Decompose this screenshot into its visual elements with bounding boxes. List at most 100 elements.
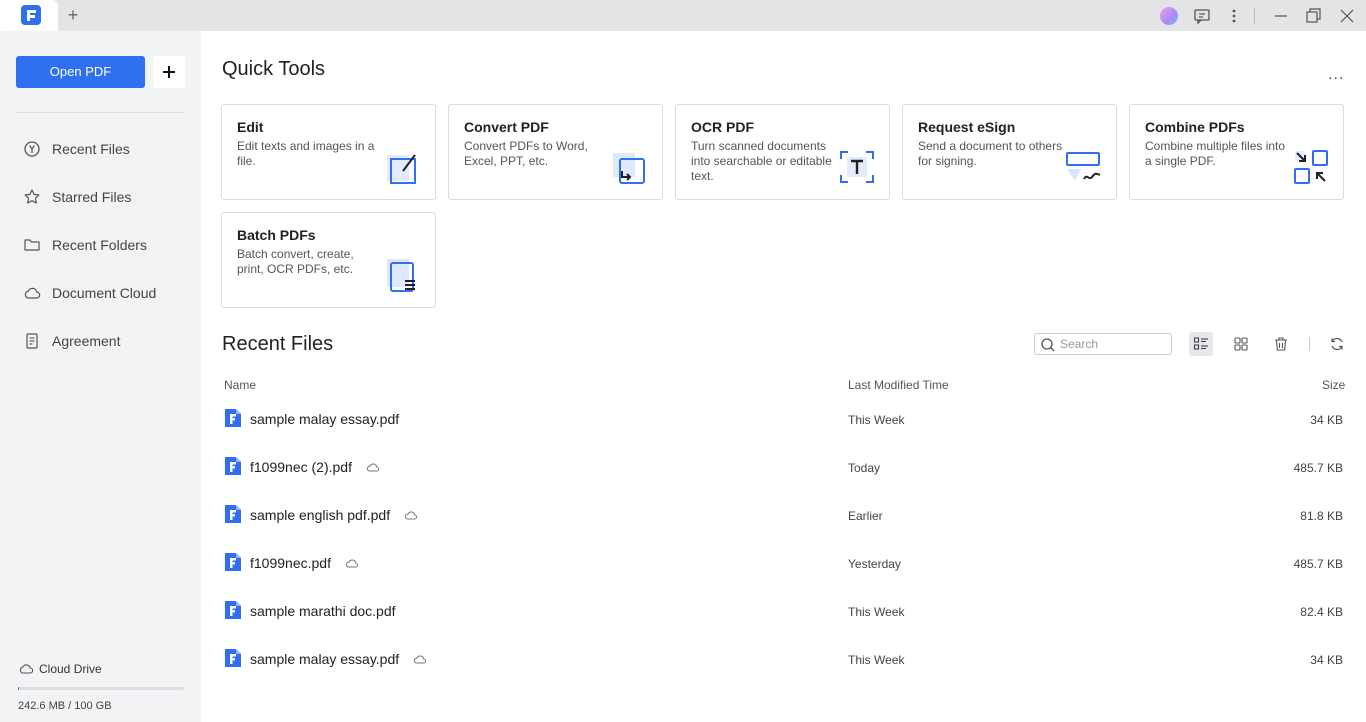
sidebar-item-starred-files[interactable]: Starred Files	[16, 179, 191, 215]
file-size: 34 KB	[1310, 653, 1343, 667]
folder-icon	[20, 233, 44, 257]
search-input[interactable]	[1060, 336, 1165, 352]
tool-card-title: Batch PDFs	[237, 227, 316, 243]
cloud-sync-icon	[366, 462, 380, 472]
tool-card-description: Combine multiple files into a single PDF…	[1145, 139, 1286, 168]
file-size: 82.4 KB	[1300, 605, 1343, 619]
title-bar: +	[0, 0, 1366, 31]
grid-view-button[interactable]	[1229, 332, 1253, 356]
tool-card-title: Combine PDFs	[1145, 119, 1245, 135]
column-header-size[interactable]: Size	[1322, 378, 1345, 392]
pdf-file-icon	[224, 504, 242, 524]
cloud-icon	[19, 664, 34, 674]
app-home-tab[interactable]	[0, 0, 58, 31]
file-name: f1099nec.pdf	[250, 555, 331, 571]
pdf-file-icon	[224, 600, 242, 620]
sidebar: Open PDF Recent Files Starred Files Rece…	[0, 31, 201, 722]
file-row[interactable]: sample marathi doc.pdf This Week 82.4 KB	[222, 589, 1347, 637]
search-box[interactable]	[1034, 333, 1172, 355]
file-size: 34 KB	[1310, 413, 1343, 427]
tool-card-description: Batch convert, create, print, OCR PDFs, …	[237, 247, 354, 276]
refresh-button[interactable]	[1325, 332, 1349, 356]
storage-usage-text: 242.6 MB / 100 GB	[18, 700, 112, 712]
cloud-drive-link[interactable]: Cloud Drive	[18, 662, 102, 676]
edit-icon	[383, 147, 423, 187]
column-header-modified[interactable]: Last Modified Time	[848, 378, 949, 392]
restore-icon[interactable]	[1303, 6, 1323, 26]
cloud-icon	[20, 281, 44, 305]
document-icon	[20, 329, 44, 353]
file-name-cell: f1099nec (2).pdf	[250, 459, 380, 475]
new-tab-button[interactable]: +	[64, 6, 82, 24]
file-name: f1099nec (2).pdf	[250, 459, 352, 475]
file-modified-time: Today	[848, 461, 881, 475]
tool-card-batch-pdfs[interactable]: Batch PDFs Batch convert, create, print,…	[221, 212, 436, 308]
combine-icon	[1291, 147, 1331, 187]
file-name-cell: sample malay essay.pdf	[250, 411, 399, 427]
tool-card-edit[interactable]: Edit Edit texts and images in a file.	[221, 104, 436, 200]
file-name-cell: f1099nec.pdf	[250, 555, 359, 571]
column-header-name[interactable]: Name	[224, 378, 256, 392]
tool-card-ocr-pdf[interactable]: OCR PDF Turn scanned documents into sear…	[675, 104, 890, 200]
more-vertical-icon[interactable]	[1224, 6, 1244, 26]
feedback-icon[interactable]	[1192, 6, 1212, 26]
sidebar-item-label: Starred Files	[52, 189, 132, 205]
sidebar-item-label: Agreement	[52, 333, 121, 349]
storage-progress-bar	[18, 687, 184, 690]
clock-icon	[20, 137, 44, 161]
storage-progress-fill	[18, 687, 19, 690]
list-view-icon	[1193, 337, 1208, 350]
file-row[interactable]: sample malay essay.pdf This Week 34 KB	[222, 397, 1347, 445]
tool-card-combine-pdfs[interactable]: Combine PDFs Combine multiple files into…	[1129, 104, 1344, 200]
tool-card-description: Send a document to others for signing.	[918, 139, 1063, 168]
file-row[interactable]: f1099nec.pdf Yesterday 485.7 KB	[222, 541, 1347, 589]
convert-icon	[610, 147, 650, 187]
file-name-cell: sample marathi doc.pdf	[250, 603, 396, 619]
minimize-icon[interactable]	[1271, 6, 1291, 26]
search-icon	[1041, 338, 1055, 352]
more-options-button[interactable]: ...	[1328, 66, 1346, 84]
tool-card-title: OCR PDF	[691, 119, 754, 135]
tool-card-request-esign[interactable]: Request eSign Send a document to others …	[902, 104, 1117, 200]
recent-files-title: Recent Files	[222, 333, 334, 355]
cloud-sync-icon	[345, 558, 359, 568]
file-modified-time: This Week	[848, 413, 905, 427]
titlebar-divider	[1254, 8, 1255, 24]
file-name: sample malay essay.pdf	[250, 411, 400, 427]
file-row[interactable]: sample malay essay.pdf This Week 34 KB	[222, 637, 1347, 685]
file-name: sample english pdf.pdf	[250, 507, 391, 523]
quick-tools-title: Quick Tools	[222, 58, 326, 80]
file-size: 81.8 KB	[1300, 509, 1343, 523]
sidebar-item-document-cloud[interactable]: Document Cloud	[16, 275, 191, 311]
tool-card-description: Turn scanned documents into searchable o…	[691, 139, 832, 183]
file-modified-time: This Week	[848, 653, 905, 667]
batch-icon	[383, 255, 423, 295]
sidebar-divider	[16, 112, 185, 113]
file-name-cell: sample english pdf.pdf	[250, 507, 418, 523]
tool-card-convert-pdf[interactable]: Convert PDF Convert PDFs to Word, Excel,…	[448, 104, 663, 200]
user-avatar[interactable]	[1160, 7, 1178, 25]
sidebar-item-recent-files[interactable]: Recent Files	[16, 131, 191, 167]
toolbar-divider	[1309, 337, 1310, 351]
close-icon[interactable]	[1337, 6, 1357, 26]
plus-icon	[163, 66, 175, 78]
list-view-button[interactable]	[1189, 332, 1213, 356]
refresh-icon	[1331, 337, 1343, 351]
esign-icon	[1064, 147, 1104, 187]
pdf-file-icon	[224, 456, 242, 476]
grid-view-icon	[1234, 337, 1248, 351]
file-modified-time: Yesterday	[848, 557, 901, 571]
file-name: sample malay essay.pdf	[250, 651, 400, 667]
app-logo-icon	[21, 5, 41, 25]
open-pdf-button[interactable]: Open PDF	[16, 56, 145, 88]
tool-card-title: Edit	[237, 119, 264, 135]
delete-button[interactable]	[1269, 332, 1293, 356]
create-new-button[interactable]	[153, 56, 185, 88]
cloud-drive-label: Cloud Drive	[39, 662, 102, 676]
sidebar-item-agreement[interactable]: Agreement	[16, 323, 191, 359]
file-row[interactable]: sample english pdf.pdf Earlier 81.8 KB	[222, 493, 1347, 541]
file-size: 485.7 KB	[1293, 557, 1343, 571]
file-row[interactable]: f1099nec (2).pdf Today 485.7 KB	[222, 445, 1347, 493]
sidebar-item-recent-folders[interactable]: Recent Folders	[16, 227, 191, 263]
file-modified-time: This Week	[848, 605, 905, 619]
